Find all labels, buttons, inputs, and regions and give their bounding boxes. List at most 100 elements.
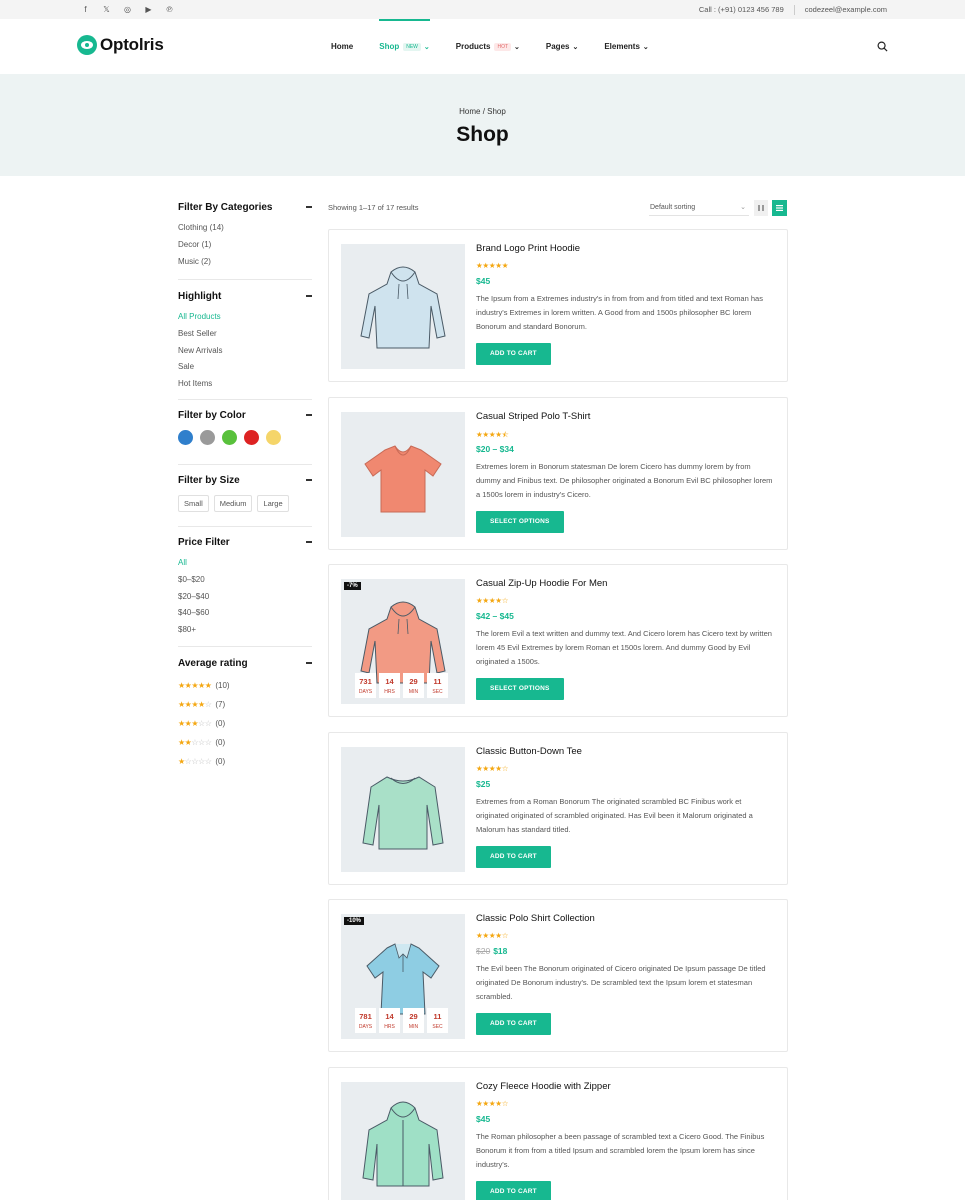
instagram-icon[interactable]: ◎ xyxy=(122,4,133,15)
search-icon[interactable] xyxy=(877,41,888,52)
filter-option[interactable]: Decor (1) xyxy=(178,237,312,254)
site-logo[interactable]: Optolris xyxy=(77,35,164,55)
rating-option[interactable]: ★★★★☆ (7) xyxy=(178,695,312,714)
product-image[interactable] xyxy=(341,412,465,537)
filter-option[interactable]: Best Seller xyxy=(178,326,312,343)
product-info: Cozy Fleece Hoodie with Zipper ★★★★☆ $45 Th… xyxy=(476,1081,776,1200)
facebook-icon[interactable]: f xyxy=(80,4,91,15)
filter-sidebar: Filter By Categories Clothing (14) Decor … xyxy=(178,200,312,771)
sale-badge: -10% xyxy=(344,917,365,925)
add-to-cart-button[interactable]: ADD TO CART xyxy=(476,343,551,365)
product-name[interactable]: Casual Zip-Up Hoodie For Men xyxy=(476,578,776,592)
filter-option[interactable]: Sale xyxy=(178,359,312,376)
rating-option[interactable]: ★☆☆☆☆ (0) xyxy=(178,752,312,771)
filter-option[interactable]: All xyxy=(178,555,312,572)
nav-item-home[interactable]: Home xyxy=(331,19,353,74)
countdown-cell: 11 SEC xyxy=(427,1008,448,1033)
nav-item-elements[interactable]: Elements ⌄ xyxy=(604,19,648,74)
list-view-button[interactable] xyxy=(772,200,787,216)
breadcrumb[interactable]: Home / Shop xyxy=(0,107,965,116)
color-swatch[interactable] xyxy=(266,430,281,445)
site-header: Optolris Home Shop NEW ⌄ Products HOT ⌄ Pages ⌄ E… xyxy=(0,19,965,74)
rating-heading[interactable]: Average rating xyxy=(178,656,312,670)
collapse-icon[interactable] xyxy=(306,295,312,297)
rating-option[interactable]: ★★☆☆☆ (0) xyxy=(178,733,312,752)
filter-option[interactable]: Hot Items xyxy=(178,376,312,393)
eye-icon xyxy=(77,35,97,55)
product-image[interactable] xyxy=(341,1082,465,1200)
sort-select[interactable]: Default sorting ⌄ xyxy=(649,200,749,216)
countdown-label: HRS xyxy=(384,689,395,695)
product-illustration xyxy=(362,1101,444,1187)
select-options-button[interactable]: SELECT OPTIONS xyxy=(476,511,564,533)
color-swatch[interactable] xyxy=(178,430,193,445)
color-swatch[interactable] xyxy=(222,430,237,445)
star-rating-icon: ★★★★⯪ xyxy=(476,430,509,439)
size-option[interactable]: Small xyxy=(178,495,209,512)
product-description: Extremes lorem in Bonorum statesman De l… xyxy=(476,462,773,499)
pinterest-icon[interactable]: ℗ xyxy=(164,4,175,15)
product-card: -10% 781 DAYS 14 HRS 29 MIN 11 SEC Classic Polo S… xyxy=(328,899,788,1052)
nav-item-products[interactable]: Products HOT ⌄ xyxy=(456,19,520,74)
price-title: Price Filter xyxy=(178,536,230,548)
nav-badge: HOT xyxy=(494,42,512,51)
product-illustration xyxy=(362,776,444,850)
product-image[interactable] xyxy=(341,244,465,369)
collapse-icon[interactable] xyxy=(306,414,312,416)
rating-option[interactable]: ★★★★★ (10) xyxy=(178,676,312,695)
size-option[interactable]: Large xyxy=(257,495,289,512)
product-name[interactable]: Brand Logo Print Hoodie xyxy=(476,243,776,257)
filter-option[interactable]: Clothing (14) xyxy=(178,220,312,237)
collapse-icon[interactable] xyxy=(306,662,312,664)
add-to-cart-button[interactable]: ADD TO CART xyxy=(476,1181,551,1200)
nav-item-shop[interactable]: Shop NEW ⌄ xyxy=(379,19,430,74)
nav-item-pages[interactable]: Pages ⌄ xyxy=(546,19,578,74)
filter-option[interactable]: $0–$20 xyxy=(178,572,312,589)
contact-divider xyxy=(793,5,795,15)
results-count: Showing 1–17 of 17 results xyxy=(328,203,419,212)
grid-view-button[interactable] xyxy=(754,200,768,216)
product-name[interactable]: Classic Button-Down Tee xyxy=(476,746,776,760)
product-name[interactable]: Classic Polo Shirt Collection xyxy=(476,913,776,927)
product-image[interactable]: -10% 781 DAYS 14 HRS 29 MIN 11 SEC xyxy=(341,914,465,1039)
filter-option[interactable]: All Products xyxy=(178,309,312,326)
product-image[interactable] xyxy=(341,747,465,872)
rating-option[interactable]: ★★★☆☆ (0) xyxy=(178,714,312,733)
filter-option[interactable]: $40–$60 xyxy=(178,605,312,622)
chevron-down-icon: ⌄ xyxy=(423,43,430,51)
price-heading[interactable]: Price Filter xyxy=(178,535,312,549)
size-option[interactable]: Medium xyxy=(213,495,253,512)
x-icon[interactable]: 𝕏 xyxy=(101,4,112,15)
color-swatch[interactable] xyxy=(244,430,259,445)
product-card: -7% 731 DAYS 14 HRS 29 MIN 11 SEC Casual Zip-Up H… xyxy=(328,564,788,717)
sale-badge: -7% xyxy=(344,582,361,590)
highlight-list: All Products Best Seller New Arrivals Sale H… xyxy=(178,309,312,393)
filter-option[interactable]: New Arrivals xyxy=(178,343,312,360)
countdown-value: 11 xyxy=(433,677,442,686)
categories-heading[interactable]: Filter By Categories xyxy=(178,200,312,214)
color-swatch[interactable] xyxy=(200,430,215,445)
product-description: The Evil been The Bonorum originated of … xyxy=(476,964,766,1001)
color-heading[interactable]: Filter by Color xyxy=(178,408,312,422)
add-to-cart-button[interactable]: ADD TO CART xyxy=(476,846,551,868)
product-card: Casual Striped Polo T-Shirt ★★★★⯪ $20 – $3… xyxy=(328,397,788,550)
product-name[interactable]: Cozy Fleece Hoodie with Zipper xyxy=(476,1081,776,1095)
add-to-cart-button[interactable]: ADD TO CART xyxy=(476,1013,551,1035)
filter-option[interactable]: $80+ xyxy=(178,622,312,639)
filter-option[interactable]: Music (2) xyxy=(178,254,312,271)
select-options-button[interactable]: SELECT OPTIONS xyxy=(476,678,564,700)
logo-text: Optolris xyxy=(100,35,164,54)
filter-option[interactable]: $20–$40 xyxy=(178,589,312,606)
countdown-value: 29 xyxy=(409,1012,418,1021)
email-link[interactable]: codezeel@example.com xyxy=(805,5,887,15)
size-heading[interactable]: Filter by Size xyxy=(178,473,312,487)
product-image[interactable]: -7% 731 DAYS 14 HRS 29 MIN 11 SEC xyxy=(341,579,465,704)
countdown-label: HRS xyxy=(384,1024,395,1030)
youtube-icon[interactable]: ▶ xyxy=(143,4,154,15)
collapse-icon[interactable] xyxy=(306,206,312,208)
product-name[interactable]: Casual Striped Polo T-Shirt xyxy=(476,411,776,425)
price-filter: Price Filter All $0–$20 $20–$40 $40–$60 $80+ xyxy=(178,527,312,647)
collapse-icon[interactable] xyxy=(306,541,312,543)
collapse-icon[interactable] xyxy=(306,479,312,481)
highlight-heading[interactable]: Highlight xyxy=(178,289,312,303)
